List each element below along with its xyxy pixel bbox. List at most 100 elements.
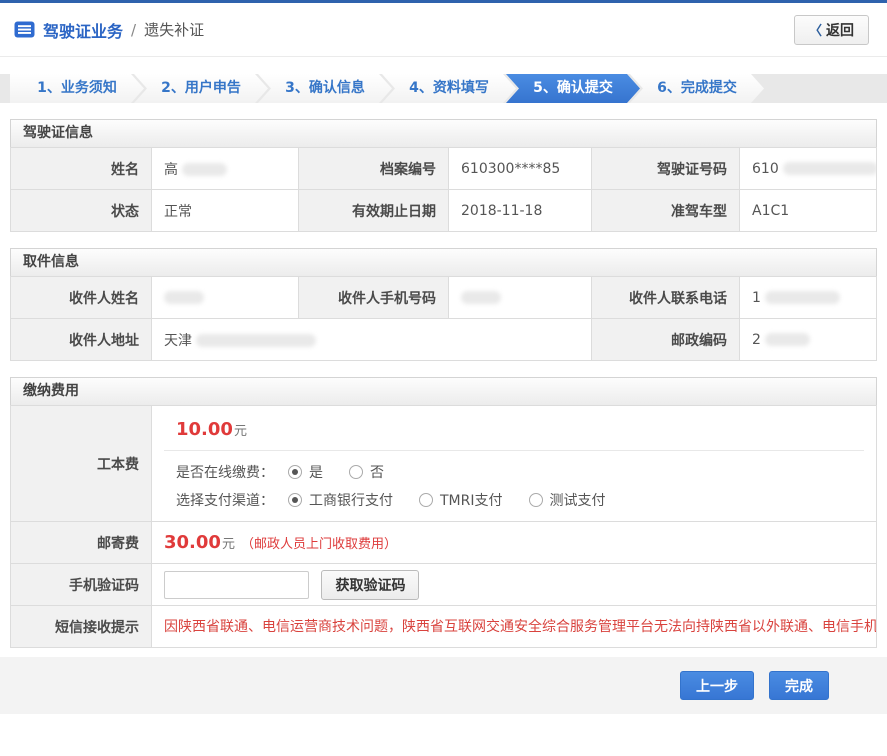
redacted-value (765, 291, 840, 304)
section-pickup-info: 取件信息 收件人姓名 收件人手机号码 收件人联系电话 1 收件人地址 天津 邮政… (10, 248, 877, 361)
amount-unit: 元 (222, 537, 235, 552)
table-row: 短信接收提示 因陕西省联通、电信运营商技术问题，陕西省互联网交通安全综合服务管理… (11, 606, 877, 648)
production-fee-amount: 10.00元 (164, 406, 864, 451)
radio-checked-icon (288, 493, 302, 507)
recipient-address-value: 天津 (152, 319, 592, 361)
step-5-confirm-submit[interactable]: 5、确认提交 (506, 74, 640, 103)
radio-label: 否 (370, 462, 384, 482)
step-6-complete-submit[interactable]: 6、完成提交 (630, 74, 764, 103)
step-label: 2、用户申告 (161, 80, 241, 96)
redacted-value (196, 334, 316, 347)
radio-label: 测试支付 (550, 490, 606, 510)
radio-channel-icbc[interactable]: 工商银行支付 (288, 490, 393, 510)
radio-unchecked-icon (419, 493, 433, 507)
name-value: 高 (152, 148, 299, 190)
postcode-value: 2 (740, 319, 877, 361)
recipient-phone-label: 收件人联系电话 (592, 277, 740, 319)
name-text: 高 (164, 162, 178, 178)
table-row: 姓名 高 档案编号 610300****85 驾驶证号码 610 (11, 148, 877, 190)
radio-unchecked-icon (529, 493, 543, 507)
recipient-phone-text: 1 (752, 290, 761, 306)
recipient-mobile-label: 收件人手机号码 (299, 277, 449, 319)
section-title-pickup: 取件信息 (10, 248, 877, 276)
production-fee-label: 工本费 (11, 406, 152, 522)
sms-notice-text: 因陕西省联通、电信运营商技术问题，陕西省互联网交通安全综合服务管理平台无法向持陕… (164, 612, 864, 642)
postage-fee-value: 30.00元 （邮政人员上门收取费用） (152, 522, 877, 564)
fees-table: 工本费 10.00元 是否在线缴费： 是 (10, 405, 877, 648)
file-number-value: 610300****85 (449, 148, 592, 190)
radio-checked-icon (288, 465, 302, 479)
sms-code-value: 获取验证码 (152, 564, 877, 606)
redacted-value (182, 163, 227, 176)
license-number-label: 驾驶证号码 (592, 148, 740, 190)
production-fee-value: 10.00元 是否在线缴费： 是 否 (152, 406, 877, 522)
recipient-mobile-value (449, 277, 592, 319)
pickup-info-table: 收件人姓名 收件人手机号码 收件人联系电话 1 收件人地址 天津 邮政编码 2 (10, 276, 877, 361)
radio-label: TMRI支付 (440, 490, 503, 510)
step-label: 3、确认信息 (285, 80, 365, 96)
redacted-value (783, 162, 877, 175)
recipient-name-value (152, 277, 299, 319)
license-number-value: 610 (740, 148, 877, 190)
license-info-table: 姓名 高 档案编号 610300****85 驾驶证号码 610 状态 正常 有… (10, 147, 877, 232)
status-label: 状态 (11, 190, 152, 232)
step-nav: 1、业务须知 2、用户申告 3、确认信息 4、资料填写 5、确认提交 6、完成提… (0, 74, 887, 103)
expiry-label: 有效期止日期 (299, 190, 449, 232)
postcode-label: 邮政编码 (592, 319, 740, 361)
table-row: 收件人地址 天津 邮政编码 2 (11, 319, 877, 361)
step-2-user-declaration[interactable]: 2、用户申告 (134, 74, 268, 103)
back-button[interactable]: 〈 返回 (794, 15, 869, 45)
postcode-text: 2 (752, 332, 761, 348)
expiry-value: 2018-11-18 (449, 190, 592, 232)
license-number-text: 610 (752, 161, 779, 177)
radio-channel-tmri[interactable]: TMRI支付 (419, 490, 503, 510)
recipient-address-label: 收件人地址 (11, 319, 152, 361)
vehicle-class-label: 准驾车型 (592, 190, 740, 232)
vehicle-class-value: A1C1 (740, 190, 877, 232)
recipient-name-label: 收件人姓名 (11, 277, 152, 319)
step-label: 4、资料填写 (409, 80, 489, 96)
chevron-left-icon: 〈 (809, 20, 822, 39)
footer-action-bar: 上一步 完成 (0, 657, 887, 714)
step-4-fill-data[interactable]: 4、资料填写 (382, 74, 516, 103)
table-row: 手机验证码 获取验证码 (11, 564, 877, 606)
radio-label: 是 (309, 462, 323, 482)
status-value: 正常 (152, 190, 299, 232)
radio-label: 工商银行支付 (309, 490, 393, 510)
back-button-label: 返回 (826, 20, 854, 40)
sms-code-input[interactable] (164, 571, 309, 599)
finish-button[interactable]: 完成 (769, 671, 829, 700)
radio-online-yes[interactable]: 是 (288, 462, 323, 482)
section-title-license: 驾驶证信息 (10, 119, 877, 147)
step-1-business-notice[interactable]: 1、业务须知 (10, 74, 144, 103)
license-list-icon (14, 19, 35, 40)
table-row: 工本费 10.00元 是否在线缴费： 是 (11, 406, 877, 522)
redacted-value (164, 291, 204, 304)
breadcrumb-separator: / (131, 21, 136, 39)
redacted-value (765, 333, 810, 346)
step-3-confirm-info[interactable]: 3、确认信息 (258, 74, 392, 103)
recipient-address-text: 天津 (164, 333, 192, 349)
breadcrumb-current: 遗失补证 (144, 19, 204, 40)
postage-fee-label: 邮寄费 (11, 522, 152, 564)
postage-note: （邮政人员上门收取费用） (241, 537, 397, 552)
redacted-value (461, 291, 501, 304)
file-number-label: 档案编号 (299, 148, 449, 190)
sms-tip-label: 短信接收提示 (11, 606, 152, 648)
name-label: 姓名 (11, 148, 152, 190)
recipient-phone-value: 1 (740, 277, 877, 319)
sms-tip-value: 因陕西省联通、电信运营商技术问题，陕西省互联网交通安全综合服务管理平台无法向持陕… (152, 606, 877, 648)
section-title-fees: 缴纳费用 (10, 377, 877, 405)
online-payment-question: 是否在线缴费： (176, 462, 274, 482)
sms-code-label: 手机验证码 (11, 564, 152, 606)
fee-options: 是否在线缴费： 是 否 选择支付渠道： (164, 451, 864, 521)
amount-text: 30.00 (164, 532, 221, 553)
section-fees: 缴纳费用 工本费 10.00元 是否在线缴费： 是 (10, 377, 877, 648)
radio-channel-test[interactable]: 测试支付 (529, 490, 606, 510)
step-label: 6、完成提交 (657, 80, 737, 96)
radio-unchecked-icon (349, 465, 363, 479)
prev-step-button[interactable]: 上一步 (680, 671, 754, 700)
radio-online-no[interactable]: 否 (349, 462, 384, 482)
get-code-button[interactable]: 获取验证码 (321, 570, 419, 600)
header: 驾驶证业务 / 遗失补证 〈 返回 (0, 3, 887, 57)
